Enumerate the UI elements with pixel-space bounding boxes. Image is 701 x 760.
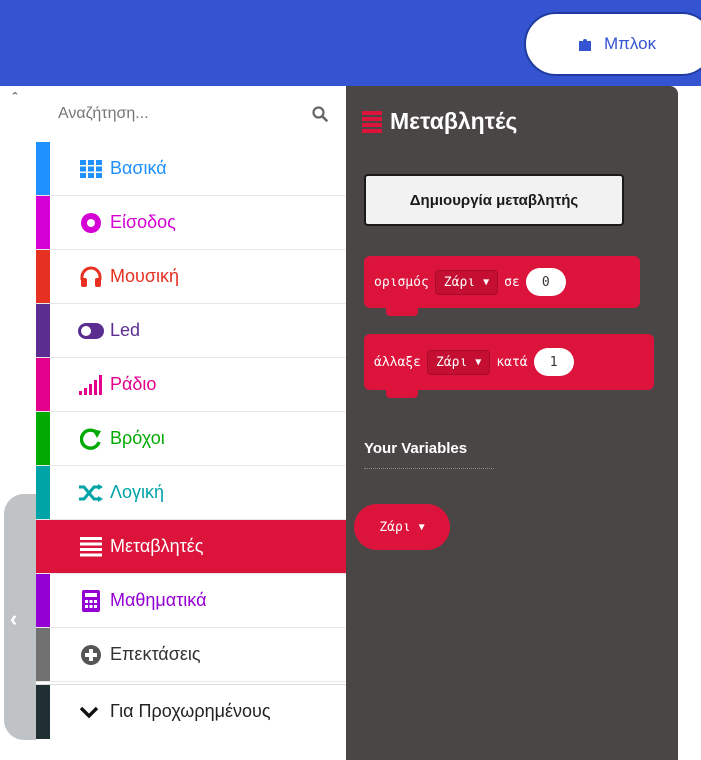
set-keyword: ορισμός	[374, 274, 429, 290]
category-stripe	[36, 628, 50, 681]
change-variable-block[interactable]: άλλαξε Ζάρι ▼ κατά 1	[364, 334, 654, 398]
variable-reporter-block[interactable]: Ζάρι ▼	[354, 504, 450, 550]
set-variable-block[interactable]: ορισμός Ζάρι ▼ σε 0	[364, 256, 640, 316]
your-variables-heading: Your Variables	[364, 440, 468, 457]
toolbox: Βασικά Είσοδος Μουσική	[36, 86, 346, 760]
variable-name: Ζάρι	[379, 519, 411, 535]
search-icon[interactable]	[312, 106, 328, 122]
block-notch	[386, 390, 418, 398]
category-label: Μαθηματικά	[110, 590, 207, 610]
toggle-icon	[78, 318, 104, 344]
category-music[interactable]: Μουσική	[36, 250, 346, 304]
headphones-icon	[78, 264, 104, 290]
category-label: Μουσική	[110, 266, 179, 286]
by-keyword: κατά	[496, 354, 528, 370]
category-stripe	[36, 412, 50, 465]
variable-name: Ζάρι	[435, 354, 468, 370]
advanced-label: Για Προχωρημένους	[110, 701, 271, 721]
variables-flyout: Μεταβλητές Δημιουργία μεταβλητής ορισμός…	[346, 86, 678, 760]
value-input[interactable]: 0	[525, 268, 566, 296]
puzzle-icon	[579, 39, 591, 51]
category-stripe	[36, 358, 50, 411]
signal-bars-icon	[78, 372, 104, 398]
category-label: Λογική	[110, 482, 165, 502]
variable-dropdown[interactable]: Ζάρι ▼	[426, 349, 491, 375]
plus-circle-icon	[78, 642, 104, 668]
chevron-down-icon	[79, 706, 99, 719]
block-notch	[386, 308, 418, 316]
make-variable-button[interactable]: Δημιουργία μεταβλητής	[364, 174, 624, 226]
dropdown-triangle-icon: ▼	[418, 521, 425, 533]
category-label: Βρόχοι	[110, 428, 165, 448]
advanced-toggle[interactable]: Για Προχωρημένους	[36, 684, 346, 739]
flyout-title: Μεταβλητές	[362, 108, 517, 135]
category-led[interactable]: Led	[36, 304, 346, 358]
category-stripe	[36, 685, 50, 739]
category-stripe	[36, 466, 50, 519]
change-keyword: άλλαξε	[374, 354, 421, 370]
dropdown-triangle-icon: ▼	[475, 356, 482, 368]
category-stripe	[36, 196, 50, 249]
variable-name: Ζάρι	[443, 274, 476, 290]
value-input[interactable]: 1	[533, 348, 574, 376]
makecode-editor: Μπλοκ ˆ ‹ Βασικά	[0, 0, 701, 760]
scroll-up-icon[interactable]: ˆ	[6, 92, 24, 108]
loop-arrow-icon	[78, 426, 104, 452]
category-extensions[interactable]: Επεκτάσεις	[36, 628, 346, 682]
variable-dropdown[interactable]: Ζάρι ▼	[434, 269, 499, 295]
category-stripe	[36, 142, 50, 195]
dropdown-triangle-icon: ▼	[483, 276, 490, 288]
category-stripe	[36, 250, 50, 303]
blocks-mode-label: Μπλοκ	[604, 34, 657, 53]
category-label: Βασικά	[110, 158, 167, 178]
category-stripe	[36, 304, 50, 357]
divider	[364, 468, 494, 469]
workspace-edge	[678, 86, 701, 760]
category-label: Led	[110, 320, 141, 340]
grid-icon	[78, 156, 104, 182]
category-loops[interactable]: Βρόχοι	[36, 412, 346, 466]
lines-icon	[78, 534, 104, 560]
category-logic[interactable]: Λογική	[36, 466, 346, 520]
toolbox-search	[36, 86, 346, 142]
category-math[interactable]: Μαθηματικά	[36, 574, 346, 628]
header-bar: Μπλοκ	[0, 0, 701, 86]
category-stripe	[36, 520, 50, 573]
flyout-title-text: Μεταβλητές	[390, 108, 518, 134]
category-input[interactable]: Είσοδος	[36, 196, 346, 250]
lines-icon	[362, 110, 382, 133]
category-label: Ράδιο	[110, 374, 157, 394]
category-variables[interactable]: Μεταβλητές	[36, 520, 346, 574]
category-basic[interactable]: Βασικά	[36, 142, 346, 196]
blocks-mode-button[interactable]: Μπλοκ	[524, 12, 701, 76]
chevron-left-icon[interactable]: ‹	[10, 604, 26, 634]
category-label: Μεταβλητές	[110, 536, 204, 556]
to-keyword: σε	[504, 274, 520, 290]
category-label: Επεκτάσεις	[110, 644, 201, 664]
search-input[interactable]	[58, 105, 288, 123]
category-label: Είσοδος	[110, 212, 176, 232]
shuffle-icon	[78, 480, 104, 506]
category-radio[interactable]: Ράδιο	[36, 358, 346, 412]
category-stripe	[36, 574, 50, 627]
calculator-icon	[78, 588, 104, 614]
circle-dot-icon	[78, 210, 104, 236]
